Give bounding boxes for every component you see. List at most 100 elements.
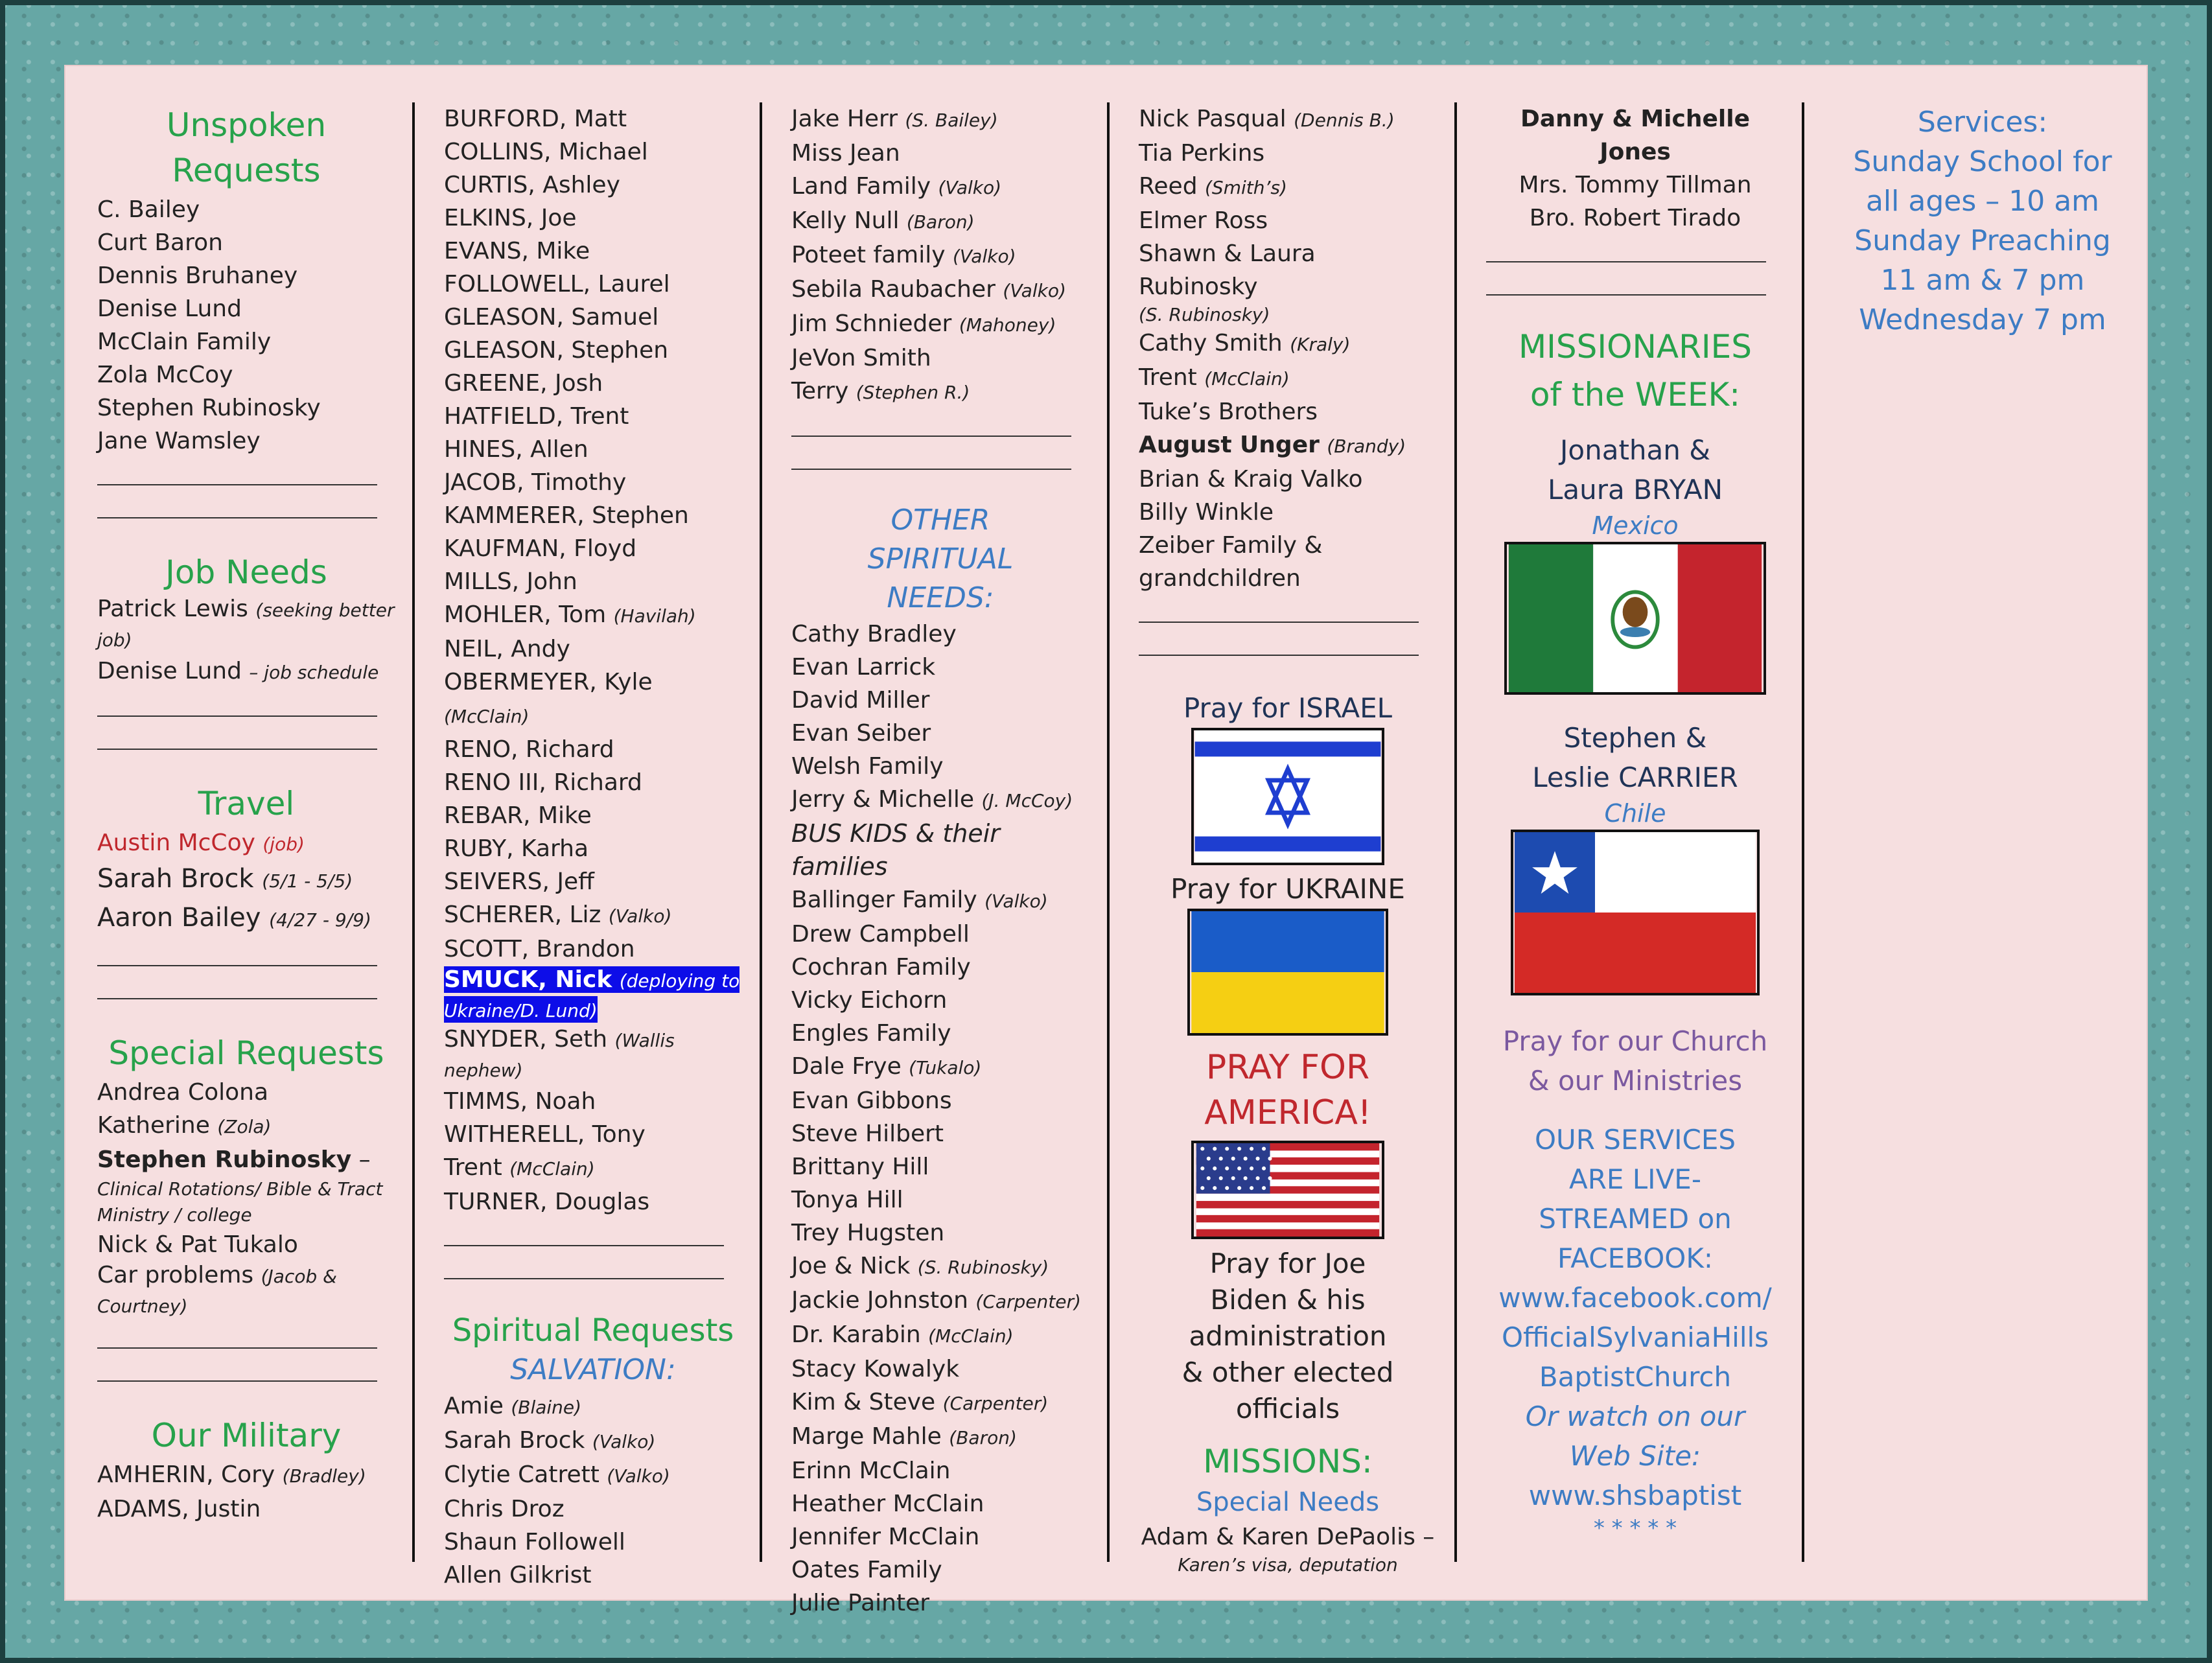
item-name: Clytie Catrett [444, 1461, 600, 1488]
column-6: Services: Sunday School for all ages – 1… [1834, 102, 2132, 340]
flag-star [1262, 1166, 1266, 1170]
list-item: Katherine (Zola) [97, 1109, 395, 1143]
flag-star [1218, 1176, 1223, 1181]
blank-line [97, 689, 395, 722]
list-item: Nick & Pat Tukalo [97, 1231, 298, 1258]
flag-star [1243, 1176, 1248, 1181]
item-name: OBERMEYER, Kyle [444, 669, 653, 695]
item-name: GLEASON, Samuel [444, 304, 659, 331]
item-name: Patrick Lewis [97, 596, 248, 622]
column-divider [412, 102, 415, 1562]
blank-line [97, 1321, 395, 1354]
list-item: Stephen Rubinosky [97, 395, 321, 421]
item-name: Austin McCoy [97, 830, 255, 856]
sunday-school-time: Sunday School for all ages – 10 am [1853, 145, 2112, 218]
missionaries-heading: MISSIONARIES of the WEEK: [1519, 328, 1752, 413]
list-item: SNYDER, Seth (Wallis nephew) [444, 1025, 742, 1085]
list-item: David Miller [791, 684, 1089, 717]
usa-flag-icon [1191, 1141, 1384, 1239]
list-item: RENO III, Richard [444, 766, 742, 799]
item-note: (Zola) [217, 1116, 272, 1137]
column-1: Unspoken Requests C. Bailey Curt Baron D… [97, 102, 395, 1526]
list-item: Trent (McClain) [1139, 361, 1437, 395]
item-name: Stephen Rubinosky [97, 1146, 352, 1173]
list-item: Ballinger Family (Valko) [791, 883, 1089, 918]
item-note: (Carpenter) [975, 1291, 1081, 1312]
watch-website-text: Or watch on our Web Site: [1525, 1401, 1745, 1472]
list-item: Chris Droz [444, 1493, 742, 1526]
item-name: Poteet family [791, 242, 946, 268]
item-note: (Valko) [592, 1431, 656, 1452]
list-item: Brittany Hill [791, 1150, 1089, 1183]
item-name: Julie Painter [791, 1590, 930, 1616]
item-name: Kim & Steve [791, 1389, 936, 1415]
flag-star [1255, 1176, 1260, 1181]
list-item: GLEASON, Stephen [444, 334, 742, 367]
item-note: (Mahoney) [959, 314, 1056, 336]
list-item: COLLINS, Michael [444, 135, 742, 169]
item-note: (Dennis B.) [1294, 110, 1395, 131]
list-item: Poteet family (Valko) [791, 238, 1089, 273]
list-item: Dr. Karabin (McClain) [791, 1318, 1089, 1353]
blank-line [97, 971, 395, 1005]
list-item: ELKINS, Joe [444, 202, 742, 235]
item-note: (Havilah) [613, 605, 696, 627]
salvation-heading: SALVATION: [510, 1353, 676, 1386]
stars-divider: * * * * * [1593, 1515, 1677, 1541]
item-name: August Unger [1139, 432, 1320, 458]
list-item: Joe & Nick (S. Rubinosky) [791, 1250, 1089, 1284]
list-item: JeVon Smith [791, 342, 1089, 375]
item-name: AMHERIN, Cory [97, 1461, 275, 1488]
column-3: Jake Herr (S. Bailey) Miss Jean Land Famil… [791, 102, 1089, 1620]
list-item: HINES, Allen [444, 433, 742, 466]
list-item: Andrea Colona [97, 1079, 269, 1106]
flag-star [1262, 1146, 1266, 1151]
pray-israel-label: Pray for ISRAEL [1183, 692, 1393, 724]
item-name: Trey Hugsten [791, 1220, 945, 1246]
item-name: Stacy Kowalyk [791, 1356, 960, 1382]
item-name: TIMMS, Noah [444, 1088, 596, 1115]
pray-church-text: Pray for our Church & our Ministries [1502, 1025, 1768, 1097]
item-name: David Miller [791, 687, 930, 714]
item-note: (McClain) [928, 1325, 1014, 1347]
item-name: EVANS, Mike [444, 238, 590, 264]
item-name: Aaron Bailey [97, 903, 261, 933]
item-note: (Kraly) [1290, 334, 1351, 355]
item-name: CURTIS, Ashley [444, 172, 620, 198]
chile-flag-icon [1511, 830, 1760, 995]
list-item: McClain Family [97, 329, 272, 355]
item-name: Jim Schnieder [791, 310, 952, 337]
list-item: Sebila Raubacher (Valko) [791, 273, 1089, 307]
unspoken-requests-heading: Unspoken Requests [166, 106, 327, 189]
website-link[interactable]: www.shsbaptist [1486, 1476, 1784, 1515]
list-item: Allen Gilkrist [444, 1559, 742, 1592]
list-item: Erinn McClain [791, 1454, 1089, 1487]
special-needs-heading: Special Needs [1196, 1487, 1380, 1517]
flag-star [1237, 1166, 1242, 1170]
israel-flag-icon [1191, 728, 1384, 865]
list-item: HATFIELD, Trent [444, 400, 742, 433]
flag-star [1200, 1166, 1205, 1170]
facebook-link[interactable]: www.facebook.com/ OfficialSylvaniaHills … [1486, 1278, 1784, 1397]
list-item: Marge Mahle (Baron) [791, 1420, 1089, 1454]
list-item: Denise Lund [97, 296, 242, 322]
item-note: (S. Rubinosky) [1139, 304, 1270, 325]
item-name: Terry [791, 378, 849, 404]
list-item: TIMMS, Noah [444, 1085, 742, 1118]
list-item: Denise Lund – job schedule [97, 655, 395, 689]
flag-star [1237, 1146, 1242, 1151]
flag-star [1250, 1166, 1254, 1170]
list-item: NEIL, Andy [444, 633, 742, 666]
list-item: Danny & Michelle Jones [1520, 106, 1750, 165]
list-item: Reed (Smith’s) [1139, 170, 1437, 204]
flag-star [1200, 1186, 1205, 1191]
item-name: Amie [444, 1393, 504, 1419]
item-name: KAUFMAN, Floyd [444, 535, 637, 562]
list-item: FOLLOWELL, Laurel [444, 268, 742, 301]
job-needs-heading: Job Needs [165, 553, 327, 591]
item-name: SNYDER, Seth [444, 1026, 608, 1052]
item-name: SCOTT, Brandon [444, 936, 635, 962]
